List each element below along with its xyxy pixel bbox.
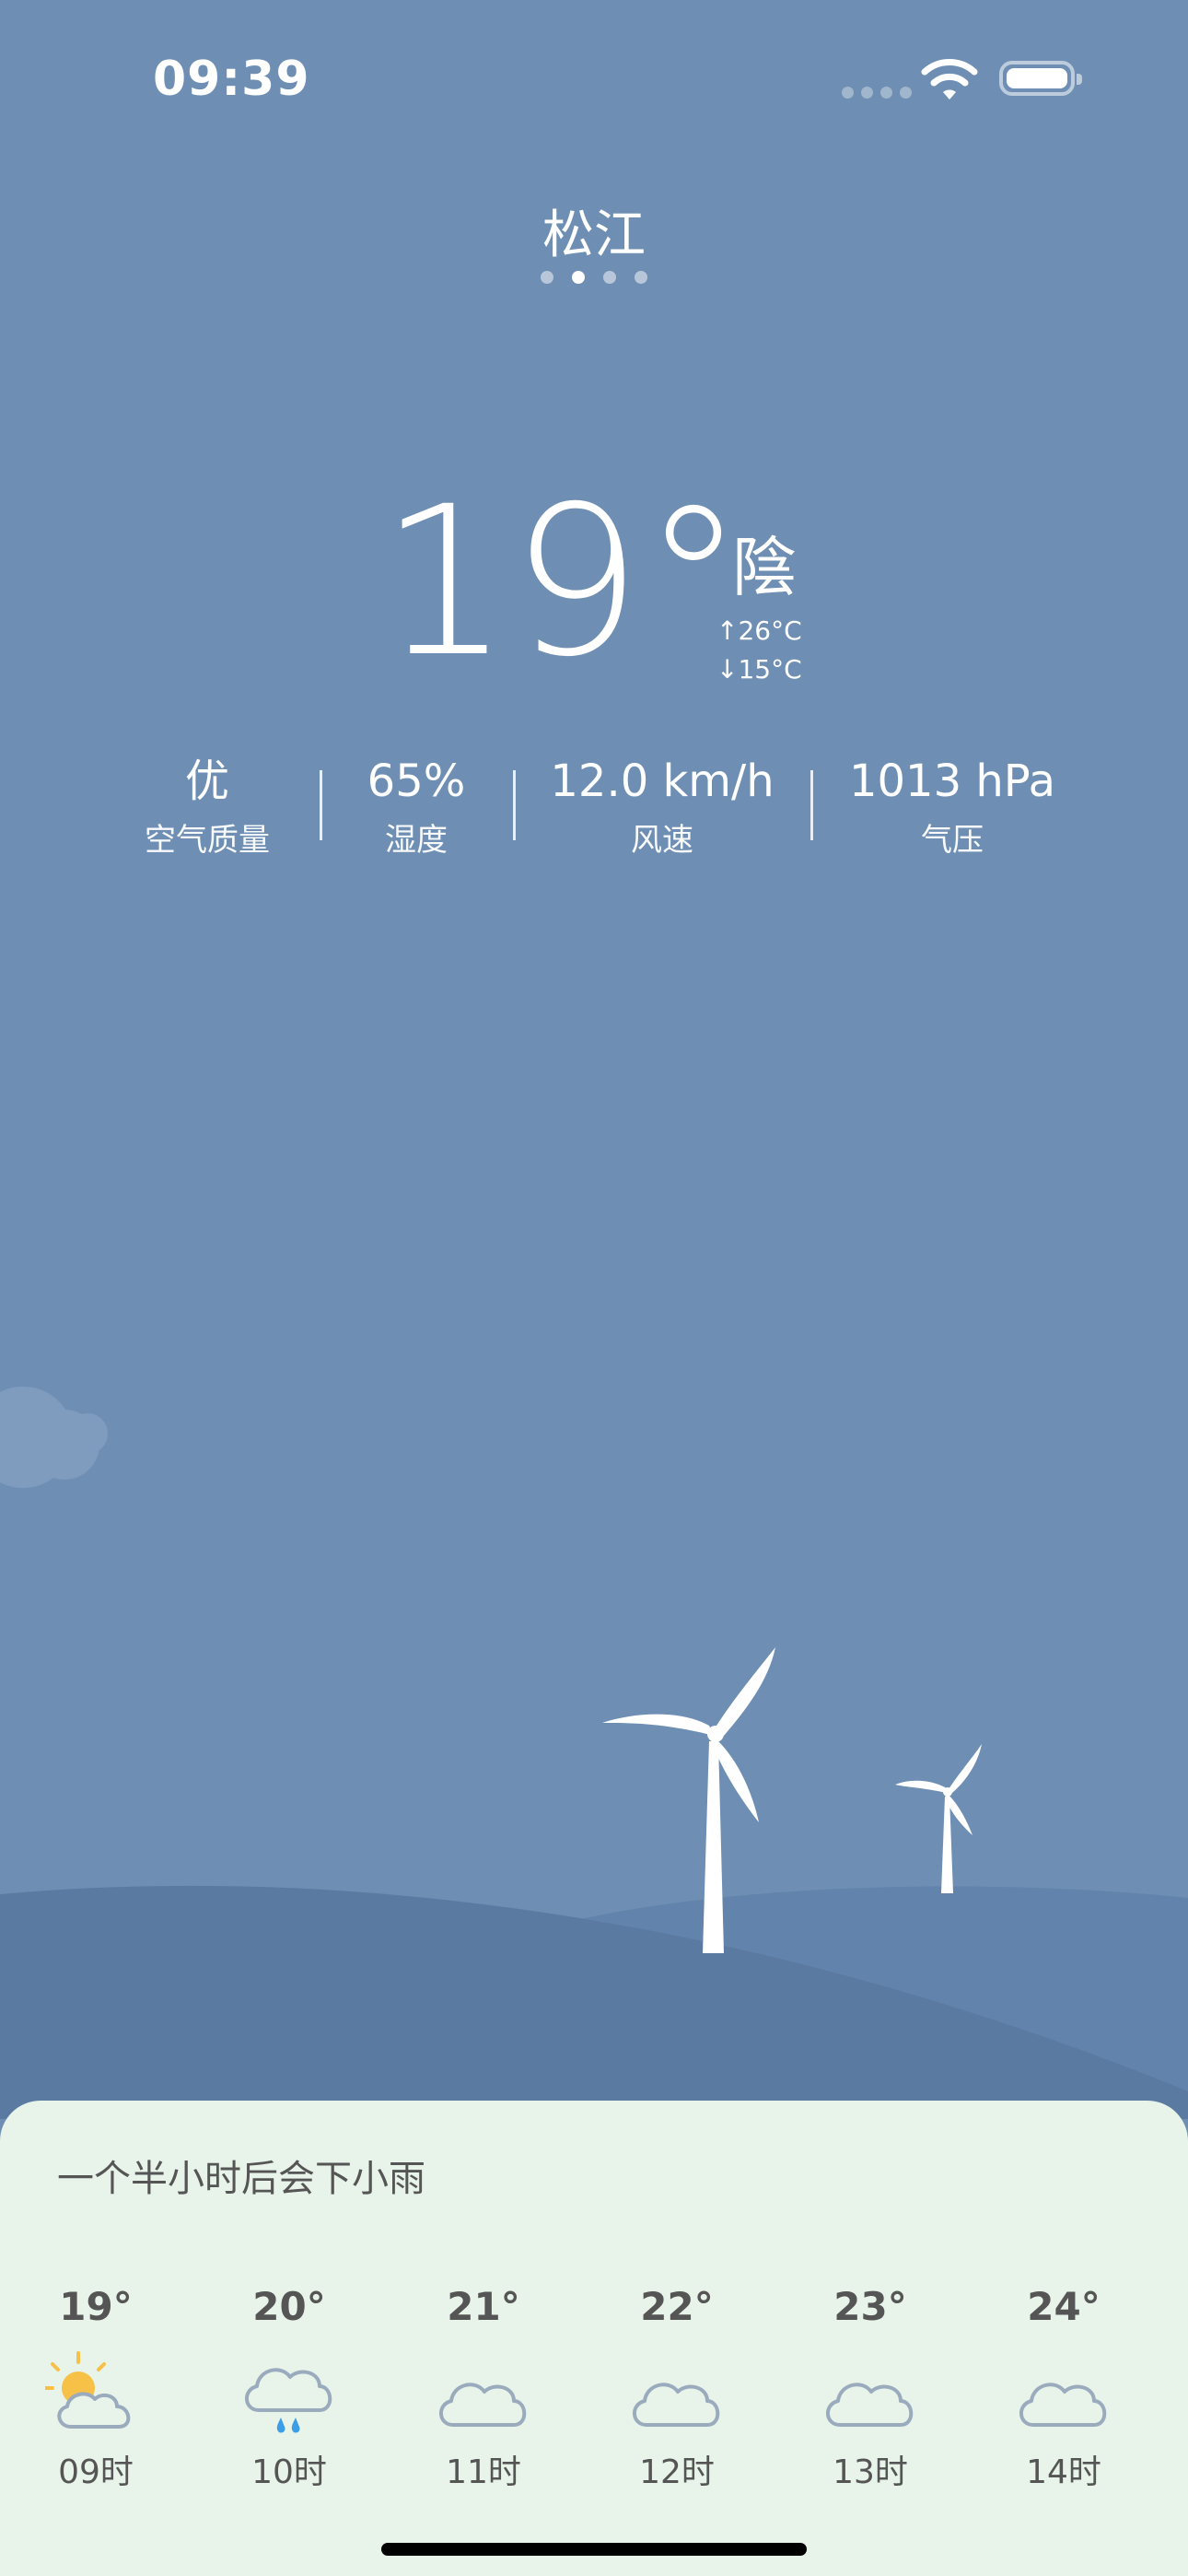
page-indicator[interactable]	[0, 271, 1188, 284]
stat-pressure: 1013 hPa 气压	[833, 754, 1072, 860]
landscape-scene	[0, 1647, 1188, 2119]
battery-icon	[999, 61, 1082, 96]
hourly-hour: 14时	[1026, 2453, 1101, 2491]
weather-condition: 陰	[732, 530, 797, 605]
stat-value: 65%	[367, 755, 466, 807]
current-temperature: 19°	[379, 462, 746, 702]
wifi-icon	[921, 59, 978, 100]
status-time: 09:39	[153, 52, 310, 107]
hourly-item[interactable]: 19° 09时	[0, 2281, 192, 2495]
low-temperature: ↓15°C	[716, 654, 802, 685]
hourly-temp: 20°	[252, 2284, 326, 2329]
cloud-icon	[439, 2383, 527, 2427]
divider	[513, 770, 516, 840]
hourly-hour: 10时	[251, 2453, 327, 2491]
hourly-hour: 13时	[833, 2453, 908, 2491]
stat-label: 气压	[921, 822, 984, 859]
hourly-item[interactable]: 21° 11时	[387, 2281, 580, 2495]
cloud-icon	[1019, 2383, 1107, 2427]
cloud-icon	[826, 2383, 914, 2427]
stat-value: 12.0 km/h	[550, 755, 775, 807]
hourly-item[interactable]: 20° 10时	[192, 2281, 386, 2495]
page-dot	[603, 271, 616, 284]
hourly-temp: 21°	[447, 2284, 520, 2329]
page-dot	[635, 271, 647, 284]
cloud-icon	[633, 2383, 720, 2427]
stat-wind-speed: 12.0 km/h 风速	[542, 754, 782, 860]
stat-label: 风速	[631, 822, 693, 859]
high-temperature: ↑26°C	[716, 615, 802, 646]
hourly-item[interactable]: 24° 14时	[967, 2281, 1160, 2495]
stat-humidity: 65% 湿度	[297, 754, 536, 860]
hourly-hour: 09时	[58, 2453, 134, 2491]
hourly-hour: 12时	[639, 2453, 715, 2491]
stat-label: 空气质量	[145, 822, 270, 859]
city-name[interactable]: 松江	[0, 193, 1188, 268]
hourly-temp: 19°	[59, 2284, 133, 2329]
hourly-temp: 24°	[1027, 2284, 1101, 2329]
page-dot	[541, 271, 553, 284]
partly-sunny-cloud-icon	[45, 2351, 131, 2429]
windmill-small	[895, 1744, 982, 1893]
signal-dots-icon	[842, 87, 912, 99]
stat-label: 湿度	[385, 822, 448, 859]
hourly-temp: 22°	[640, 2284, 714, 2329]
weather-stats: 优 空气质量 65% 湿度 12.0 km/h 风速 1013 hPa 气压	[0, 754, 1188, 864]
stat-value: 1013 hPa	[848, 755, 1056, 807]
home-indicator[interactable]	[381, 2543, 807, 2556]
rain-cloud-icon	[245, 2368, 332, 2433]
stat-value: 优	[184, 755, 229, 807]
hourly-item[interactable]: 22° 12时	[580, 2281, 774, 2495]
forecast-note: 一个半小时后会下小雨	[57, 2158, 425, 2200]
divider	[810, 770, 813, 840]
hourly-hour: 11时	[446, 2453, 521, 2491]
stat-air-quality: 优 空气质量	[87, 754, 327, 860]
hourly-temp: 23°	[833, 2284, 907, 2329]
page-dot-active	[572, 271, 585, 284]
hourly-item[interactable]: 23° 13时	[774, 2281, 967, 2495]
